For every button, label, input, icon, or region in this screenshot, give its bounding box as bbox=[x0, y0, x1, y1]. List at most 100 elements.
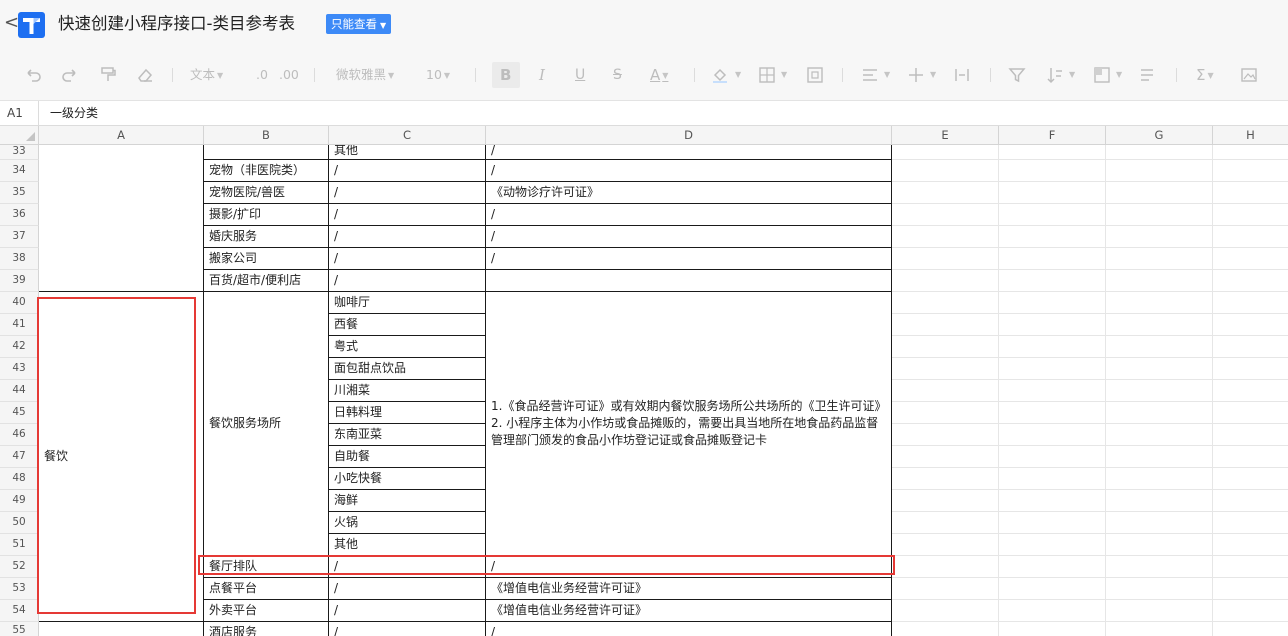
caret-down-icon[interactable]: ▼ bbox=[735, 70, 741, 79]
caret-down-icon[interactable]: ▼ bbox=[884, 70, 890, 79]
cell-c36[interactable]: / bbox=[329, 204, 486, 226]
row-header[interactable]: 49 bbox=[0, 490, 39, 512]
insert-image-icon[interactable] bbox=[1240, 66, 1258, 84]
row-header[interactable]: 48 bbox=[0, 468, 39, 490]
row-header[interactable]: 55 bbox=[0, 622, 39, 636]
caret-down-icon[interactable]: ▼ bbox=[1069, 70, 1075, 79]
back-icon[interactable]: < bbox=[4, 13, 19, 33]
cell-c-catering-sub[interactable]: 川湘菜 bbox=[329, 380, 486, 402]
cell-d-catering-requirements[interactable]: 1.《食品经营许可证》或有效期内餐饮服务场所公共场所的《卫生许可证》 2. 小程… bbox=[486, 292, 892, 556]
cell-d36[interactable]: / bbox=[486, 204, 892, 226]
cell-b-catering-venue[interactable]: 餐饮服务场所 bbox=[204, 292, 329, 556]
column-header-g[interactable]: G bbox=[1106, 126, 1213, 145]
column-header-a[interactable]: A bbox=[39, 126, 204, 145]
sort-icon[interactable] bbox=[1046, 66, 1064, 84]
cell-c53[interactable]: / bbox=[329, 578, 486, 600]
cell-b33[interactable] bbox=[204, 145, 329, 160]
cell-c-catering-sub[interactable]: 其他 bbox=[329, 534, 486, 556]
row-header[interactable]: 50 bbox=[0, 512, 39, 534]
cell-a-block-above[interactable] bbox=[39, 145, 204, 292]
cell-b38[interactable]: 搬家公司 bbox=[204, 248, 329, 270]
wrap-text-icon[interactable] bbox=[953, 66, 971, 84]
cell-d39[interactable] bbox=[486, 270, 892, 292]
fill-color-icon[interactable] bbox=[711, 66, 729, 84]
strikethrough-button[interactable]: S bbox=[613, 66, 622, 84]
cell-c-catering-sub[interactable]: 小吃快餐 bbox=[329, 468, 486, 490]
cell-c33[interactable]: 其他 bbox=[329, 145, 486, 160]
formula-input[interactable]: 一级分类 bbox=[50, 101, 98, 125]
cell-b52[interactable]: 餐厅排队 bbox=[204, 556, 329, 578]
merge-cells-icon[interactable] bbox=[806, 66, 824, 84]
filter-icon[interactable] bbox=[1008, 66, 1026, 84]
row-header[interactable]: 37 bbox=[0, 226, 39, 248]
font-size-dropdown[interactable]: 10 ▼ bbox=[426, 66, 450, 84]
format-painter-icon[interactable] bbox=[99, 66, 117, 84]
column-header-f[interactable]: F bbox=[999, 126, 1106, 145]
row-header[interactable]: 44 bbox=[0, 380, 39, 402]
cell-b39[interactable]: 百货/超市/便利店 bbox=[204, 270, 329, 292]
cell-b55[interactable]: 酒店服务 bbox=[204, 622, 329, 636]
cell-d37[interactable]: / bbox=[486, 226, 892, 248]
row-header[interactable]: 39 bbox=[0, 270, 39, 292]
cell-c37[interactable]: / bbox=[329, 226, 486, 248]
cell-d33[interactable]: / bbox=[486, 145, 892, 160]
font-family-dropdown[interactable]: 微软雅黑 ▼ bbox=[336, 66, 394, 84]
conditional-format-icon[interactable] bbox=[1093, 66, 1111, 84]
eraser-icon[interactable] bbox=[136, 66, 154, 84]
row-header[interactable]: 46 bbox=[0, 424, 39, 446]
row-header[interactable]: 53 bbox=[0, 578, 39, 600]
cell-c-catering-sub[interactable]: 东南亚菜 bbox=[329, 424, 486, 446]
cell-a-catering[interactable]: 餐饮 bbox=[39, 292, 204, 622]
cell-d55[interactable]: / bbox=[486, 622, 892, 636]
cell-c52[interactable]: / bbox=[329, 556, 486, 578]
row-header[interactable]: 54 bbox=[0, 600, 39, 622]
cell-d35[interactable]: 《动物诊疗许可证》 bbox=[486, 182, 892, 204]
cell-c55[interactable]: / bbox=[329, 622, 486, 636]
row-header[interactable]: 51 bbox=[0, 534, 39, 556]
cell-c35[interactable]: / bbox=[329, 182, 486, 204]
cell-c38[interactable]: / bbox=[329, 248, 486, 270]
row-header[interactable]: 41 bbox=[0, 314, 39, 336]
cell-b53[interactable]: 点餐平台 bbox=[204, 578, 329, 600]
row-header[interactable]: 38 bbox=[0, 248, 39, 270]
row-header[interactable]: 52 bbox=[0, 556, 39, 578]
align-vertical-icon[interactable] bbox=[907, 66, 925, 84]
freeze-icon[interactable] bbox=[1139, 66, 1157, 84]
cell-d53[interactable]: 《增值电信业务经营许可证》 bbox=[486, 578, 892, 600]
cell-b35[interactable]: 宠物医院/兽医 bbox=[204, 182, 329, 204]
row-header[interactable]: 47 bbox=[0, 446, 39, 468]
borders-icon[interactable] bbox=[758, 66, 776, 84]
italic-button[interactable]: I bbox=[539, 66, 545, 84]
cell-b54[interactable]: 外卖平台 bbox=[204, 600, 329, 622]
cell-d38[interactable]: / bbox=[486, 248, 892, 270]
cell-c39[interactable]: / bbox=[329, 270, 486, 292]
cell-d54[interactable]: 《增值电信业务经营许可证》 bbox=[486, 600, 892, 622]
cell-c-catering-sub[interactable]: 粤式 bbox=[329, 336, 486, 358]
cell-d52[interactable]: / bbox=[486, 556, 892, 578]
bold-button[interactable]: B bbox=[500, 66, 511, 84]
column-header-b[interactable]: B bbox=[204, 126, 329, 145]
font-color-button[interactable]: A ▼ bbox=[650, 66, 668, 84]
underline-button[interactable]: U bbox=[575, 66, 585, 84]
cell-b34[interactable]: 宠物（非医院类） bbox=[204, 160, 329, 182]
align-horizontal-icon[interactable] bbox=[861, 66, 879, 84]
cell-c-catering-sub[interactable]: 自助餐 bbox=[329, 446, 486, 468]
increase-decimal-button[interactable]: .00 bbox=[279, 66, 299, 84]
cell-c54[interactable]: / bbox=[329, 600, 486, 622]
cell-reference[interactable]: A1 bbox=[0, 101, 39, 125]
view-only-badge[interactable]: 只能查看 ▼ bbox=[326, 14, 392, 34]
column-header-h[interactable]: H bbox=[1213, 126, 1288, 145]
cell-d34[interactable]: / bbox=[486, 160, 892, 182]
cell-c-catering-sub[interactable]: 海鲜 bbox=[329, 490, 486, 512]
undo-icon[interactable] bbox=[24, 66, 42, 84]
caret-down-icon[interactable]: ▼ bbox=[1116, 70, 1122, 79]
cell-c-catering-sub[interactable]: 西餐 bbox=[329, 314, 486, 336]
cell-c-catering-sub[interactable]: 咖啡厅 bbox=[329, 292, 486, 314]
cell-a-next[interactable] bbox=[39, 622, 204, 636]
cell-c-catering-sub[interactable]: 火锅 bbox=[329, 512, 486, 534]
cell-b37[interactable]: 婚庆服务 bbox=[204, 226, 329, 248]
row-header[interactable]: 42 bbox=[0, 336, 39, 358]
column-header-d[interactable]: D bbox=[486, 126, 892, 145]
cell-c34[interactable]: / bbox=[329, 160, 486, 182]
redo-icon[interactable] bbox=[61, 66, 79, 84]
